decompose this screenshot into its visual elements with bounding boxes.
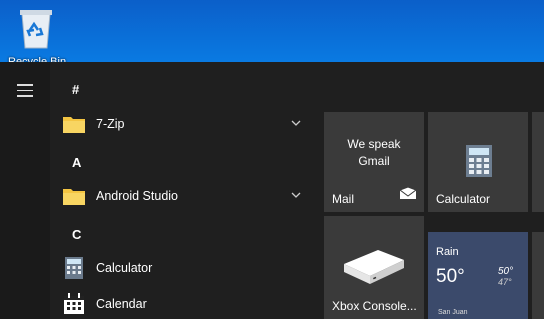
chevron-down-icon[interactable]: [290, 188, 302, 200]
section-letter-c[interactable]: C: [72, 227, 81, 242]
tile-calculator[interactable]: Calculator: [428, 112, 528, 212]
tile-xbox-console[interactable]: Xbox Console...: [324, 216, 424, 319]
weather-high: 50°: [498, 266, 514, 277]
weather-low: 47°: [498, 277, 512, 287]
desktop-background: [0, 0, 544, 64]
folder-icon: [62, 113, 86, 135]
tile-label: Mail: [332, 192, 355, 206]
calculator-icon: [466, 145, 492, 182]
app-item-7zip[interactable]: 7-Zip: [62, 110, 312, 138]
xbox-console-icon: [342, 246, 406, 291]
mail-tile-headline: We speak Gmail: [347, 137, 401, 168]
weather-condition: Rain: [436, 246, 459, 258]
app-label: Android Studio: [96, 189, 179, 203]
weather-temp: 50°: [436, 266, 465, 287]
tile-label: Calculator: [436, 192, 491, 206]
calendar-icon: [62, 293, 86, 315]
app-list: # 7-Zip A Android Studio C Calculator Ca…: [50, 62, 312, 319]
app-label: 7-Zip: [96, 117, 125, 131]
section-letter-a[interactable]: A: [72, 155, 81, 170]
tile-label: Xbox Console...: [332, 299, 417, 313]
app-label: Calculator: [96, 261, 153, 275]
tile-mail[interactable]: We speak Gmail Mail: [324, 112, 424, 212]
recycle-bin-icon[interactable]: [16, 6, 56, 50]
app-label: Calendar: [96, 297, 147, 311]
app-item-calendar[interactable]: Calendar: [62, 290, 312, 318]
tile-partial[interactable]: [532, 112, 544, 212]
start-rail: [0, 62, 50, 319]
weather-city: San Juan: [438, 309, 468, 316]
folder-icon: [62, 185, 86, 207]
section-letter-hash[interactable]: #: [72, 82, 79, 97]
calculator-icon: [62, 257, 86, 279]
app-item-android-studio[interactable]: Android Studio: [62, 182, 312, 210]
chevron-down-icon[interactable]: [290, 116, 302, 128]
mail-icon: [398, 186, 418, 204]
app-item-calculator[interactable]: Calculator: [62, 254, 312, 282]
tile-weather[interactable]: Rain 50° 50° 47° San Juan: [428, 232, 528, 319]
tile-partial[interactable]: [532, 232, 544, 319]
hamburger-icon[interactable]: [17, 84, 34, 98]
